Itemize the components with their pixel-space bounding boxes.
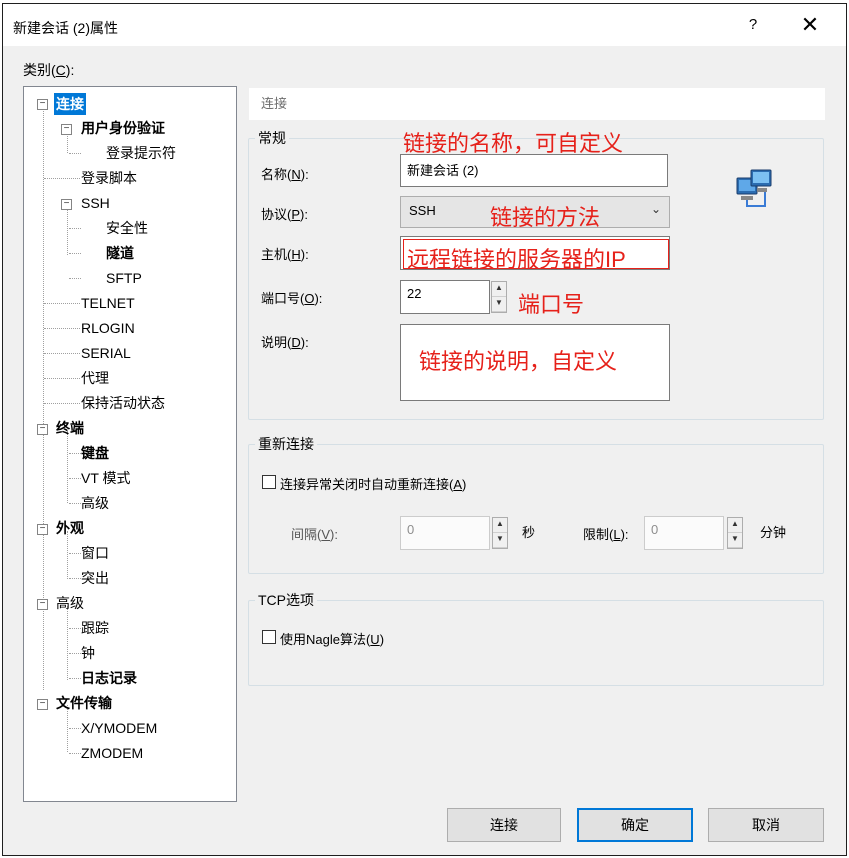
- interval-unit: 秒: [522, 525, 536, 540]
- page-header: 连接: [249, 88, 825, 120]
- limit-label: 限制(L):: [583, 527, 629, 542]
- tree-item-rlogin[interactable]: RLOGIN: [81, 317, 135, 339]
- tcp-group-title: TCP选项: [255, 590, 317, 610]
- host-label: 主机(H):: [261, 247, 309, 262]
- tree-item-user-auth[interactable]: 用户身份验证: [81, 117, 165, 139]
- reconnect-group-title: 重新连接: [255, 434, 317, 454]
- description-label: 说明(D):: [261, 335, 309, 350]
- chevron-down-icon: ⌄: [650, 202, 661, 216]
- tree-item-window[interactable]: 窗口: [81, 542, 109, 564]
- category-tree[interactable]: − − − − − − − 连接 用户身份验证 登录提示符 登录脚本 SSH 安…: [23, 86, 237, 802]
- expander-terminal-icon[interactable]: −: [37, 424, 48, 435]
- annotation-description: 链接的说明，自定义: [419, 349, 618, 374]
- network-computer-icon: [736, 169, 772, 207]
- expander-advanced-icon[interactable]: −: [37, 599, 48, 610]
- spin-down-icon[interactable]: ▼: [492, 297, 506, 312]
- tree-item-ssh[interactable]: SSH: [81, 192, 110, 214]
- tree-item-sftp[interactable]: SFTP: [106, 267, 142, 289]
- tree-item-bell[interactable]: 钟: [81, 642, 95, 664]
- tree-item-security[interactable]: 安全性: [106, 217, 148, 239]
- limit-input[interactable]: 0: [644, 516, 724, 550]
- spin-down-icon[interactable]: ▼: [493, 533, 507, 548]
- nagle-checkbox[interactable]: [262, 630, 276, 644]
- spin-up-icon[interactable]: ▲: [728, 518, 742, 533]
- tree-item-appearance[interactable]: 外观: [56, 517, 84, 539]
- port-spinner[interactable]: ▲ ▼: [491, 281, 507, 313]
- annotation-port: 端口号: [518, 292, 585, 317]
- tree-item-terminal-advanced[interactable]: 高级: [81, 492, 109, 514]
- tree-item-terminal[interactable]: 终端: [56, 417, 84, 439]
- ok-button[interactable]: 确定: [577, 808, 693, 842]
- name-input[interactable]: 新建会话 (2): [400, 154, 668, 187]
- auto-reconnect-label[interactable]: 连接异常关闭时自动重新连接(A): [280, 474, 466, 493]
- expander-auth-icon[interactable]: −: [61, 124, 72, 135]
- interval-spinner[interactable]: ▲ ▼: [492, 517, 508, 549]
- reconnect-group: [248, 444, 824, 574]
- tree-item-file-transfer[interactable]: 文件传输: [56, 692, 112, 714]
- session-properties-dialog: 新建会话 (2)属性 ? ✕ 类别(C): − − − − − − − 连接 用…: [2, 3, 847, 856]
- tree-item-vt-mode[interactable]: VT 模式: [81, 467, 131, 489]
- limit-unit: 分钟: [760, 525, 787, 540]
- expander-filetransfer-icon[interactable]: −: [37, 699, 48, 710]
- tree-item-login-prompt[interactable]: 登录提示符: [106, 142, 176, 164]
- name-label: 名称(N):: [261, 167, 309, 182]
- help-button[interactable]: ?: [738, 16, 768, 40]
- port-label: 端口号(O):: [261, 291, 323, 306]
- interval-label: 间隔(V):: [291, 527, 338, 542]
- title-bar: 新建会话 (2)属性 ? ✕: [3, 4, 846, 46]
- annotation-protocol: 链接的方法: [490, 205, 601, 230]
- tree-item-keepalive[interactable]: 保持活动状态: [81, 392, 165, 414]
- nagle-label[interactable]: 使用Nagle算法(U): [280, 629, 384, 648]
- tree-item-xymodem[interactable]: X/YMODEM: [81, 717, 157, 739]
- limit-spinner[interactable]: ▲ ▼: [727, 517, 743, 549]
- tree-item-advanced[interactable]: 高级: [56, 592, 84, 614]
- annotation-host: 远程链接的服务器的IP: [407, 247, 626, 272]
- expander-connect-icon[interactable]: −: [37, 99, 48, 110]
- tree-item-connect[interactable]: 连接: [54, 93, 86, 115]
- tree-item-serial[interactable]: SERIAL: [81, 342, 131, 364]
- tree-item-logging[interactable]: 日志记录: [81, 667, 137, 689]
- category-label: 类别(C):: [23, 62, 75, 78]
- protocol-value: SSH: [409, 203, 436, 218]
- tree-item-trace[interactable]: 跟踪: [81, 617, 109, 639]
- tree-item-highlight[interactable]: 突出: [81, 567, 109, 589]
- tree-item-login-script[interactable]: 登录脚本: [81, 167, 137, 189]
- auto-reconnect-checkbox[interactable]: [262, 475, 276, 489]
- spin-up-icon[interactable]: ▲: [493, 518, 507, 533]
- window-title: 新建会话 (2)属性: [13, 20, 118, 36]
- tree-item-zmodem[interactable]: ZMODEM: [81, 742, 143, 764]
- port-input[interactable]: 22: [400, 280, 490, 314]
- expander-appearance-icon[interactable]: −: [37, 524, 48, 535]
- tree-item-proxy[interactable]: 代理: [81, 367, 109, 389]
- expander-ssh-icon[interactable]: −: [61, 199, 72, 210]
- annotation-name: 链接的名称，可自定义: [403, 131, 624, 156]
- tree-item-keyboard[interactable]: 键盘: [81, 442, 109, 464]
- close-button[interactable]: ✕: [793, 12, 827, 40]
- tree-item-telnet[interactable]: TELNET: [81, 292, 135, 314]
- tree-item-tunnel[interactable]: 隧道: [106, 242, 134, 264]
- spin-down-icon[interactable]: ▼: [728, 533, 742, 548]
- connect-button[interactable]: 连接: [447, 808, 561, 842]
- cancel-button[interactable]: 取消: [708, 808, 824, 842]
- general-group-title: 常规: [255, 128, 289, 148]
- spin-up-icon[interactable]: ▲: [492, 282, 506, 297]
- protocol-label: 协议(P):: [261, 207, 308, 222]
- interval-input[interactable]: 0: [400, 516, 490, 550]
